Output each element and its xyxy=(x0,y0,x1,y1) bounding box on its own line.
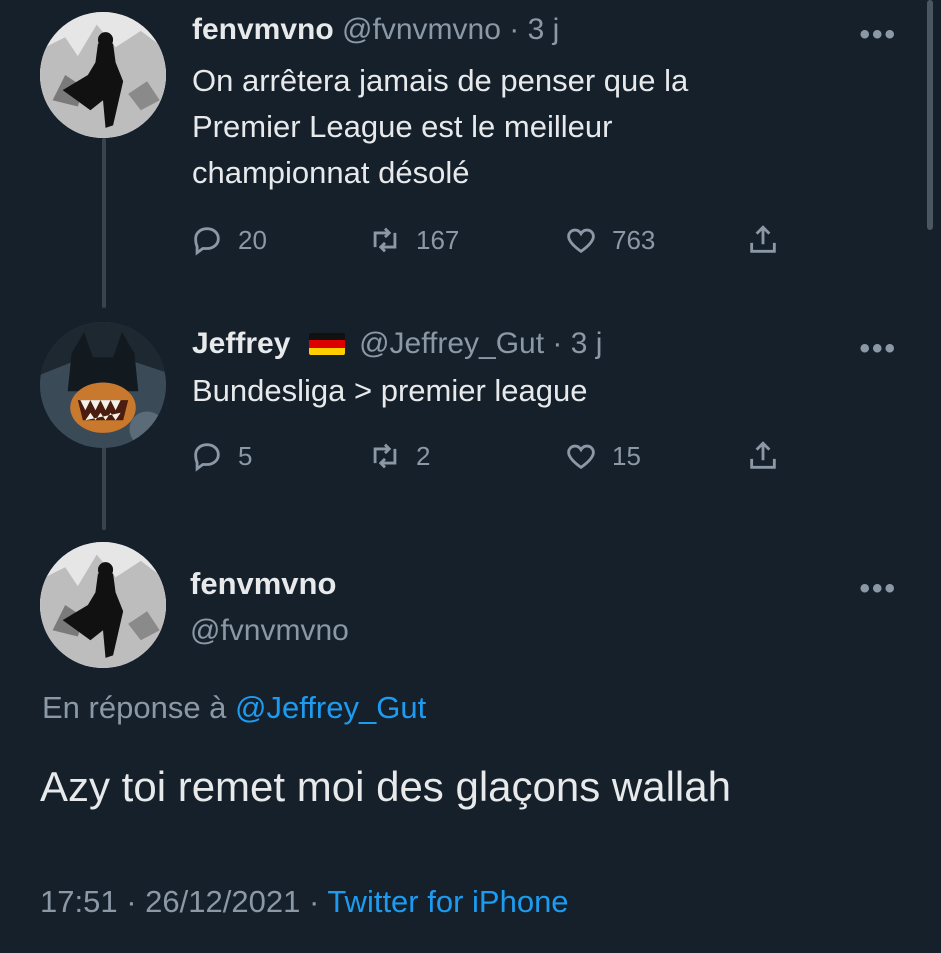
more-options-icon[interactable]: ••• xyxy=(859,334,897,364)
retweet-count: 2 xyxy=(416,440,431,471)
germany-flag-icon xyxy=(308,333,345,355)
reply-icon xyxy=(194,227,220,256)
reply-count: 5 xyxy=(238,440,253,471)
tweet-actions: 20 167 763 xyxy=(190,220,800,260)
separator: · xyxy=(509,13,520,46)
retweet-button[interactable]: 167 xyxy=(368,220,459,260)
tweet-date[interactable]: 26/12/2021 xyxy=(145,884,300,919)
retweet-button[interactable]: 2 xyxy=(368,436,430,476)
reply-context: En réponse à @Jeffrey_Gut xyxy=(42,690,426,726)
tweet-text-line: championnat désolé xyxy=(192,155,470,190)
reply-button[interactable]: 20 xyxy=(190,220,267,260)
separator: · xyxy=(308,884,320,919)
scrollbar[interactable] xyxy=(927,0,933,230)
share-button[interactable] xyxy=(746,220,794,260)
like-button[interactable]: 15 xyxy=(564,436,641,476)
retweet-count: 167 xyxy=(416,224,460,255)
like-count: 15 xyxy=(612,440,641,471)
share-icon xyxy=(750,441,776,469)
tweet-text-line: Premier League est le meilleur xyxy=(192,109,613,144)
heart-icon xyxy=(567,444,595,470)
share-button[interactable] xyxy=(746,436,794,476)
separator: · xyxy=(126,884,137,919)
tweet-text: Bundesliga > premier league xyxy=(192,373,588,408)
tweet-thread-screen: fenvmvno @fvnvmvno · 3 j ••• On arrêtera… xyxy=(0,0,941,953)
display-name[interactable]: fenvmvno xyxy=(192,13,334,46)
more-options-icon[interactable]: ••• xyxy=(859,574,897,604)
more-options-icon[interactable]: ••• xyxy=(859,20,897,50)
like-button[interactable]: 763 xyxy=(564,220,655,260)
timestamp[interactable]: 3 j xyxy=(571,327,603,360)
tweet-header: Jeffrey @Jeffrey_Gut · 3 j xyxy=(192,326,602,362)
handle[interactable]: @fvnvmvno xyxy=(190,614,349,648)
avatar[interactable] xyxy=(40,322,166,448)
reply-icon xyxy=(194,443,220,472)
tweet-actions: 5 2 15 xyxy=(190,436,800,476)
retweet-icon xyxy=(373,227,397,253)
reply-prefix: En réponse à xyxy=(42,690,227,725)
handle[interactable]: @Jeffrey_Gut xyxy=(359,327,544,360)
display-name[interactable]: Jeffrey xyxy=(192,327,290,360)
separator: · xyxy=(552,327,563,360)
retweet-icon xyxy=(373,443,397,469)
tweet-source-link[interactable]: Twitter for iPhone xyxy=(327,884,568,919)
tweet-time[interactable]: 17:51 xyxy=(40,884,118,919)
avatar[interactable] xyxy=(40,542,166,668)
reply-mention-link[interactable]: @Jeffrey_Gut xyxy=(235,690,426,725)
like-count: 763 xyxy=(612,224,656,255)
reply-button[interactable]: 5 xyxy=(190,436,252,476)
timestamp[interactable]: 3 j xyxy=(528,13,560,46)
heart-icon xyxy=(567,228,595,254)
avatar[interactable] xyxy=(40,12,166,138)
tweet-text-line: On arrêtera jamais de penser que la xyxy=(192,63,689,98)
handle[interactable]: @fvnvmvno xyxy=(342,13,501,46)
tweet-header: fenvmvno @fvnvmvno · 3 j xyxy=(192,12,559,48)
share-icon xyxy=(750,225,776,253)
main-tweet-text: Azy toi remet moi des glaçons wallah xyxy=(40,763,731,810)
display-name[interactable]: fenvmvno xyxy=(190,566,336,602)
tweet-text: On arrêtera jamais de penser que la Prem… xyxy=(192,58,688,196)
reply-count: 20 xyxy=(238,224,267,255)
tweet-metadata: 17:51 · 26/12/2021 · Twitter for iPhone xyxy=(40,884,569,920)
thread-line xyxy=(102,138,106,308)
